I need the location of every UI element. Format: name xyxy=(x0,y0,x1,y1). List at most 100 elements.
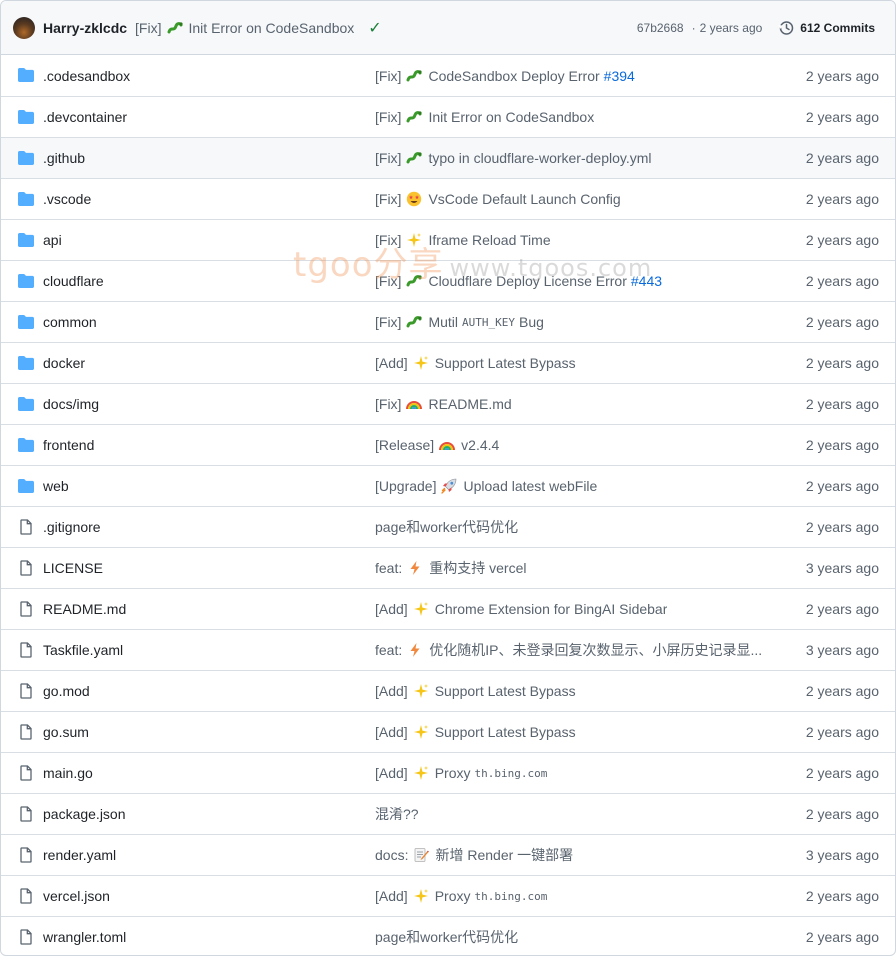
commit-age: 2 years ago xyxy=(805,191,879,207)
commit-age: 2 years ago xyxy=(805,888,879,904)
file-name-link[interactable]: cloudflare xyxy=(43,273,104,289)
file-name-link[interactable]: .github xyxy=(43,150,85,166)
commit-age: 2 years ago xyxy=(805,478,879,494)
file-icon xyxy=(18,929,34,945)
file-row-codesandbox[interactable]: .codesandbox [Fix] CodeSandbox Deploy Erro… xyxy=(1,55,895,96)
file-name-link[interactable]: docker xyxy=(43,355,85,371)
file-name-link[interactable]: render.yaml xyxy=(43,847,116,863)
file-name-link[interactable]: go.sum xyxy=(43,724,89,740)
commit-prefix: [Fix] xyxy=(375,191,402,207)
commit-message-link[interactable]: [Release] v2.4.4 xyxy=(375,437,775,453)
file-row-vercel-json[interactable]: vercel.json [Add] Proxy th.bing.com 2 years … xyxy=(1,875,895,916)
file-name-link[interactable]: go.mod xyxy=(43,683,90,699)
file-row-license[interactable]: LICENSE feat: 重构支持 vercel 3 years ago xyxy=(1,547,895,588)
file-name-link[interactable]: vercel.json xyxy=(43,888,110,904)
folder-icon xyxy=(18,355,34,371)
file-row-api[interactable]: api [Fix] Iframe Reload Time 2 years ago xyxy=(1,219,895,260)
file-name-link[interactable]: docs/img xyxy=(43,396,99,412)
file-row-go-mod[interactable]: go.mod [Add] Support Latest Bypass 2 years … xyxy=(1,670,895,711)
file-row-render-yaml[interactable]: render.yaml docs: 新增 Render 一键部署 3 years ag… xyxy=(1,834,895,875)
file-name-link[interactable]: Taskfile.yaml xyxy=(43,642,123,658)
file-row-gitignore[interactable]: .gitignore page和worker代码优化 2 years ago xyxy=(1,506,895,547)
sparkles-icon xyxy=(413,765,429,781)
commit-age: 3 years ago xyxy=(805,560,879,576)
commit-text: Init Error on CodeSandbox xyxy=(188,19,355,36)
commit-message-link[interactable]: [Fix] Iframe Reload Time xyxy=(375,232,775,248)
file-row-devcontainer[interactable]: .devcontainer [Fix] Init Error on CodeSand… xyxy=(1,96,895,137)
commit-message-link[interactable]: [Fix] Cloudflare Deploy License Error #443 xyxy=(375,273,775,289)
latest-commit-message[interactable]: [Fix] Init Error on CodeSandbox xyxy=(135,20,354,36)
commit-message-link[interactable]: page和worker代码优化 xyxy=(375,517,775,537)
file-name-link[interactable]: LICENSE xyxy=(43,560,103,576)
file-name-link[interactable]: wrangler.toml xyxy=(43,929,126,945)
file-name-link[interactable]: .codesandbox xyxy=(43,68,130,84)
commit-message-link[interactable]: [Upgrade] Upload latest webFile xyxy=(375,478,775,494)
commit-message-link[interactable]: page和worker代码优化 xyxy=(375,927,775,947)
file-row-docs-img[interactable]: docs/img [Fix] README.md 2 years ago xyxy=(1,383,895,424)
commit-message-link[interactable]: feat: 重构支持 vercel xyxy=(375,558,775,578)
file-name-link[interactable]: .gitignore xyxy=(43,519,101,535)
commit-message-link[interactable]: [Fix] CodeSandbox Deploy Error #394 xyxy=(375,68,775,84)
file-icon xyxy=(18,519,34,535)
commit-message-link[interactable]: [Add] Support Latest Bypass xyxy=(375,683,775,699)
folder-icon xyxy=(18,191,34,207)
check-icon[interactable]: ✓ xyxy=(368,18,381,38)
commit-prefix: [Fix] xyxy=(375,314,402,330)
file-row-docker[interactable]: docker [Add] Support Latest Bypass 2 years … xyxy=(1,342,895,383)
commits-link[interactable]: 612 Commits xyxy=(778,20,875,36)
issue-link[interactable]: #394 xyxy=(604,68,635,84)
file-row-main-go[interactable]: main.go [Add] Proxy th.bing.com 2 years ago xyxy=(1,752,895,793)
commit-message-link[interactable]: [Fix] Mutil AUTH_KEY Bug xyxy=(375,314,775,330)
file-name-link[interactable]: package.json xyxy=(43,806,126,822)
commit-message-link[interactable]: [Fix] VsCode Default Launch Config xyxy=(375,191,775,207)
commit-age: 2 years ago xyxy=(805,806,879,822)
file-name-link[interactable]: .devcontainer xyxy=(43,109,127,125)
file-name-link[interactable]: web xyxy=(43,478,69,494)
file-name-link[interactable]: api xyxy=(43,232,62,248)
commit-author[interactable]: Harry-zklcdc xyxy=(43,20,127,36)
file-row-wrangler-toml[interactable]: wrangler.toml page和worker代码优化 2 years ago xyxy=(1,916,895,955)
avatar[interactable] xyxy=(13,16,35,39)
folder-icon xyxy=(18,396,34,412)
commit-message-link[interactable]: [Fix] typo in cloudflare-worker-deploy.ym… xyxy=(375,150,775,166)
file-name-link[interactable]: .vscode xyxy=(43,191,91,207)
file-row-web[interactable]: web [Upgrade] Upload latest webFile 2 years… xyxy=(1,465,895,506)
file-name-link[interactable]: common xyxy=(43,314,97,330)
commit-text: README.md xyxy=(428,396,512,412)
file-row-package-json[interactable]: package.json 混淆?? 2 years ago xyxy=(1,793,895,834)
file-name-link[interactable]: frontend xyxy=(43,437,94,453)
star-struck-icon xyxy=(406,191,422,207)
commit-message-link[interactable]: [Add] Chrome Extension for BingAI Sidebar xyxy=(375,601,775,617)
file-row-common[interactable]: common [Fix] Mutil AUTH_KEY Bug 2 years ago xyxy=(1,301,895,342)
commit-message-link[interactable]: [Add] Support Latest Bypass xyxy=(375,724,775,740)
commit-message-link[interactable]: [Fix] README.md xyxy=(375,396,775,412)
commit-prefix: [Add] xyxy=(375,601,408,617)
file-name-link[interactable]: main.go xyxy=(43,765,93,781)
commit-text: Cloudflare Deploy License Error xyxy=(428,273,627,289)
commit-message-link[interactable]: [Add] Proxy th.bing.com xyxy=(375,765,775,781)
file-row-frontend[interactable]: frontend [Release] v2.4.4 2 years ago xyxy=(1,424,895,465)
file-row-github[interactable]: .github [Fix] typo in cloudflare-worker-de… xyxy=(1,137,895,178)
file-row-readme-md[interactable]: README.md [Add] Chrome Extension for BingA… xyxy=(1,588,895,629)
commit-message-link[interactable]: feat: 优化随机IP、未登录回复次数显示、小屏历史记录显... xyxy=(375,640,775,660)
commit-message-link[interactable]: [Add] Support Latest Bypass xyxy=(375,355,775,371)
commit-message-link[interactable]: 混淆?? xyxy=(375,804,775,824)
folder-icon xyxy=(18,150,34,166)
file-row-taskfile-yaml[interactable]: Taskfile.yaml feat: 优化随机IP、未登录回复次数显示、小屏历史记… xyxy=(1,629,895,670)
commit-prefix: [Release] xyxy=(375,437,435,453)
commit-message-link[interactable]: [Add] Proxy th.bing.com xyxy=(375,888,775,904)
commit-message-link[interactable]: docs: 新增 Render 一键部署 xyxy=(375,845,775,865)
commit-sha[interactable]: 67b2668 xyxy=(637,21,684,35)
commit-message-link[interactable]: [Fix] Init Error on CodeSandbox xyxy=(375,109,775,125)
issue-link[interactable]: #443 xyxy=(631,273,662,289)
commit-text: Init Error on CodeSandbox xyxy=(428,109,595,125)
file-row-go-sum[interactable]: go.sum [Add] Support Latest Bypass 2 years … xyxy=(1,711,895,752)
bug-icon xyxy=(406,273,423,289)
commit-text: VsCode Default Launch Config xyxy=(428,191,621,207)
file-icon xyxy=(18,888,34,904)
bug-icon xyxy=(406,150,423,166)
commit-text: Iframe Reload Time xyxy=(428,232,551,248)
file-row-cloudflare[interactable]: cloudflare [Fix] Cloudflare Deploy License… xyxy=(1,260,895,301)
file-name-link[interactable]: README.md xyxy=(43,601,126,617)
file-row-vscode[interactable]: .vscode [Fix] VsCode Default Launch Config… xyxy=(1,178,895,219)
